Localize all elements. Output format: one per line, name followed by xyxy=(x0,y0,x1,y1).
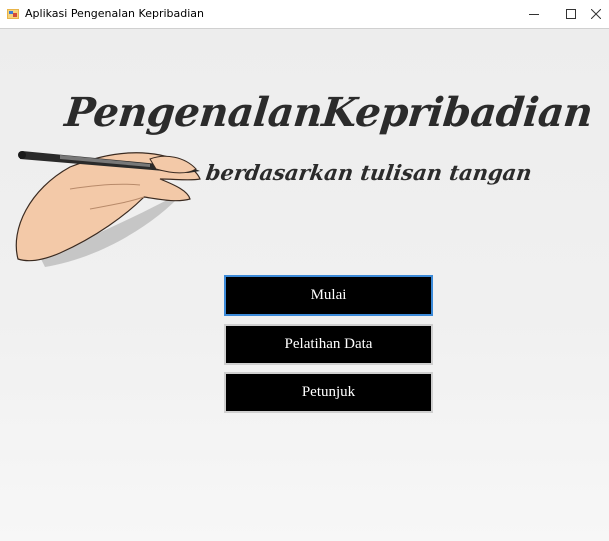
mulai-button[interactable]: Mulai xyxy=(224,275,433,316)
app-window: Aplikasi Pengenalan Kepribadian Pengenal… xyxy=(0,0,609,541)
app-subtitle: berdasarkan tulisan tangan xyxy=(204,160,534,185)
main-panel: PengenalanKepribadian berdasarkan tulisa… xyxy=(0,29,609,541)
pelatihan-data-button[interactable]: Pelatihan Data xyxy=(224,324,433,365)
maximize-icon xyxy=(566,9,576,19)
hand-with-pen-illustration xyxy=(15,151,201,267)
minimize-button[interactable] xyxy=(516,0,552,28)
close-button[interactable] xyxy=(583,0,609,28)
title-bar[interactable]: Aplikasi Pengenalan Kepribadian xyxy=(0,0,609,29)
window-title: Aplikasi Pengenalan Kepribadian xyxy=(25,7,204,20)
minimize-icon xyxy=(529,14,539,15)
close-icon xyxy=(591,9,601,19)
petunjuk-button[interactable]: Petunjuk xyxy=(224,372,433,413)
app-title-heading: PengenalanKepribadian xyxy=(62,89,595,136)
app-icon xyxy=(7,9,19,19)
